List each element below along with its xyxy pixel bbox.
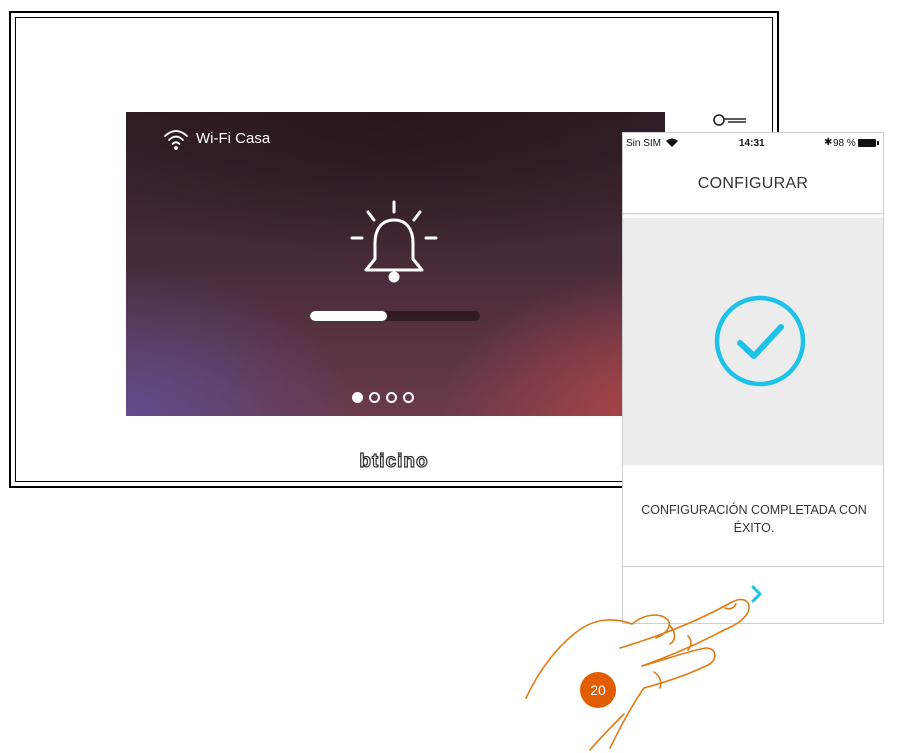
key-icon[interactable] <box>712 110 750 130</box>
page-dot <box>369 392 380 403</box>
progress-fill <box>310 311 387 321</box>
page-dot <box>386 392 397 403</box>
page-dot <box>403 392 414 403</box>
bticino-logo: bticino <box>359 450 428 472</box>
bluetooth-icon: ✱ <box>824 137 833 148</box>
app-header: CONFIGURAR <box>623 155 883 214</box>
phone-wifi-icon <box>666 138 678 147</box>
pointing-hand-illustration <box>525 598 750 751</box>
check-circle-icon <box>714 295 806 387</box>
wifi-network-label: Wi-Fi Casa <box>196 130 271 147</box>
bell-ringing-icon <box>350 200 438 283</box>
battery-percentage: 98 % <box>833 138 856 149</box>
page-dot <box>352 392 363 403</box>
page-title: CONFIGURAR <box>697 175 809 192</box>
smartphone-app: Sin SIM 14:31 ✱ 98 % CONFIGURAR CONFIGUR… <box>622 132 884 624</box>
page-indicator <box>352 392 414 403</box>
success-panel <box>623 218 883 465</box>
carrier-label: Sin SIM <box>626 138 662 149</box>
clock: 14:31 <box>739 138 765 149</box>
svg-text:bticino: bticino <box>359 451 428 472</box>
step-number-badge: 20 <box>580 672 616 708</box>
phone-status-bar: Sin SIM 14:31 ✱ 98 % <box>623 133 883 155</box>
success-message: CONFIGURACIÓN COMPLETADA CON ÉXITO. <box>641 503 867 535</box>
monitor-screen: Wi-Fi Casa <box>126 112 665 416</box>
wifi-icon <box>164 130 188 150</box>
battery-icon <box>858 139 879 147</box>
progress-bar <box>310 311 480 321</box>
